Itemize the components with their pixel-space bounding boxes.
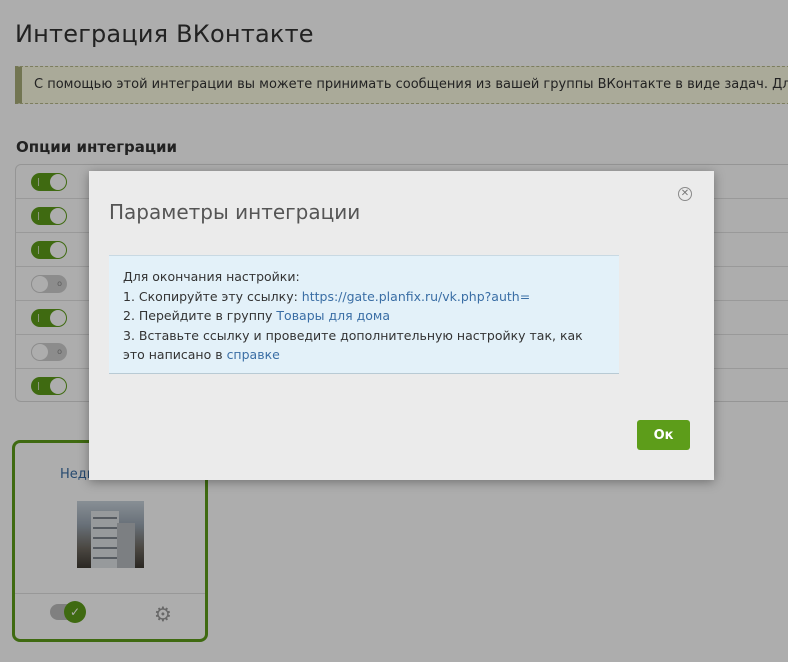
instructions-line: 2. Перейдите в группу Товары для дома [123, 306, 605, 326]
ok-button[interactable]: Ок [637, 420, 690, 450]
help-link[interactable]: справке [227, 347, 280, 362]
instructions-line: 3. Вставьте ссылку и проведите дополните… [123, 326, 605, 365]
integration-params-dialog: ✕ Параметры интеграции Для окончания нас… [89, 171, 714, 480]
group-link[interactable]: Товары для дома [276, 308, 390, 323]
instructions-text: 3. Вставьте ссылку и проведите дополните… [123, 327, 583, 363]
instructions-text: 1. Скопируйте эту ссылку: [123, 288, 302, 304]
integration-url-link[interactable]: https://gate.planfix.ru/vk.php?auth= [302, 289, 530, 304]
instructions-box: Для окончания настройки: 1. Скопируйте э… [109, 255, 619, 374]
close-icon[interactable]: ✕ [678, 187, 692, 201]
instructions-line: Для окончания настройки: [123, 269, 300, 284]
dialog-title: Параметры интеграции [109, 200, 361, 224]
instructions-text: 2. Перейдите в группу [123, 308, 277, 323]
instructions-line: 1. Скопируйте эту ссылку: https://gate.p… [123, 287, 605, 307]
